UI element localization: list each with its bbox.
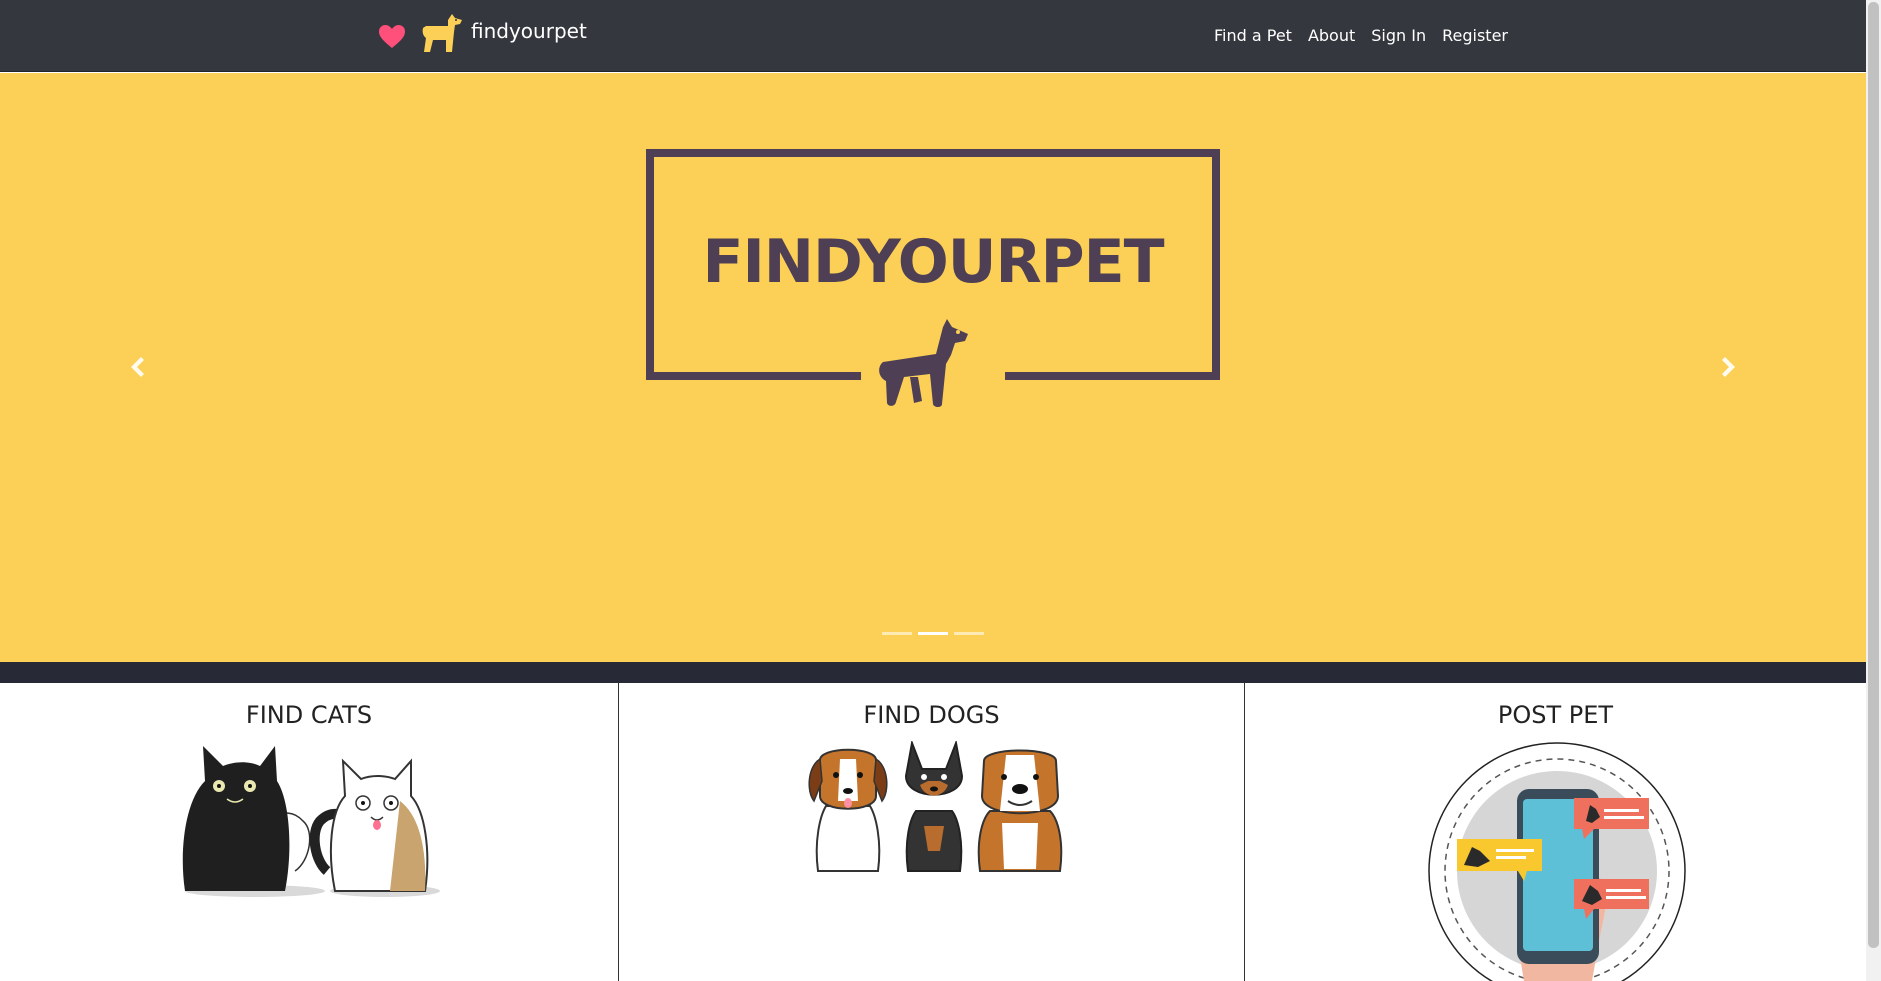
feature-columns: FIND CATS FIND DOGS POST PET <box>0 683 1866 981</box>
carousel-indicator-2[interactable] <box>918 632 948 635</box>
find-cats-title[interactable]: FIND CATS <box>0 698 618 732</box>
section-divider-band <box>0 662 1866 683</box>
chevron-right-icon <box>1722 357 1735 377</box>
carousel-indicator-3[interactable] <box>954 632 984 635</box>
dogs-illustration[interactable] <box>800 741 1070 876</box>
nav-links: Find a Pet About Sign In Register <box>1206 23 1516 49</box>
find-cats-column: FIND CATS <box>0 683 619 981</box>
page-scrollbar-thumb[interactable] <box>1868 2 1879 948</box>
nav-sign-in[interactable]: Sign In <box>1363 23 1434 49</box>
brand-dog-logo[interactable] <box>418 10 464 54</box>
slide-dog-icon <box>879 319 968 407</box>
chevron-left-icon <box>131 357 144 377</box>
nav-register[interactable]: Register <box>1434 23 1516 49</box>
find-dogs-column: FIND DOGS <box>619 683 1245 981</box>
carousel-next-button[interactable] <box>1596 73 1866 662</box>
slide-title: FINDYOURPET <box>702 227 1164 297</box>
nav-find-a-pet[interactable]: Find a Pet <box>1206 23 1300 49</box>
cats-illustration[interactable] <box>175 741 445 901</box>
brand-name[interactable]: findyourpet <box>471 17 587 45</box>
post-pet-title[interactable]: POST PET <box>1245 698 1866 732</box>
top-navbar: findyourpet Find a Pet About Sign In Reg… <box>0 0 1866 72</box>
post-pet-column: POST PET <box>1245 683 1866 981</box>
carousel-indicator-1[interactable] <box>882 632 912 635</box>
nav-about[interactable]: About <box>1300 23 1363 49</box>
carousel-indicators <box>882 632 984 635</box>
carousel-prev-button[interactable] <box>0 73 270 662</box>
find-dogs-title[interactable]: FIND DOGS <box>619 698 1244 732</box>
heart-icon[interactable] <box>378 24 406 50</box>
post-pet-illustration[interactable] <box>1424 741 1689 981</box>
